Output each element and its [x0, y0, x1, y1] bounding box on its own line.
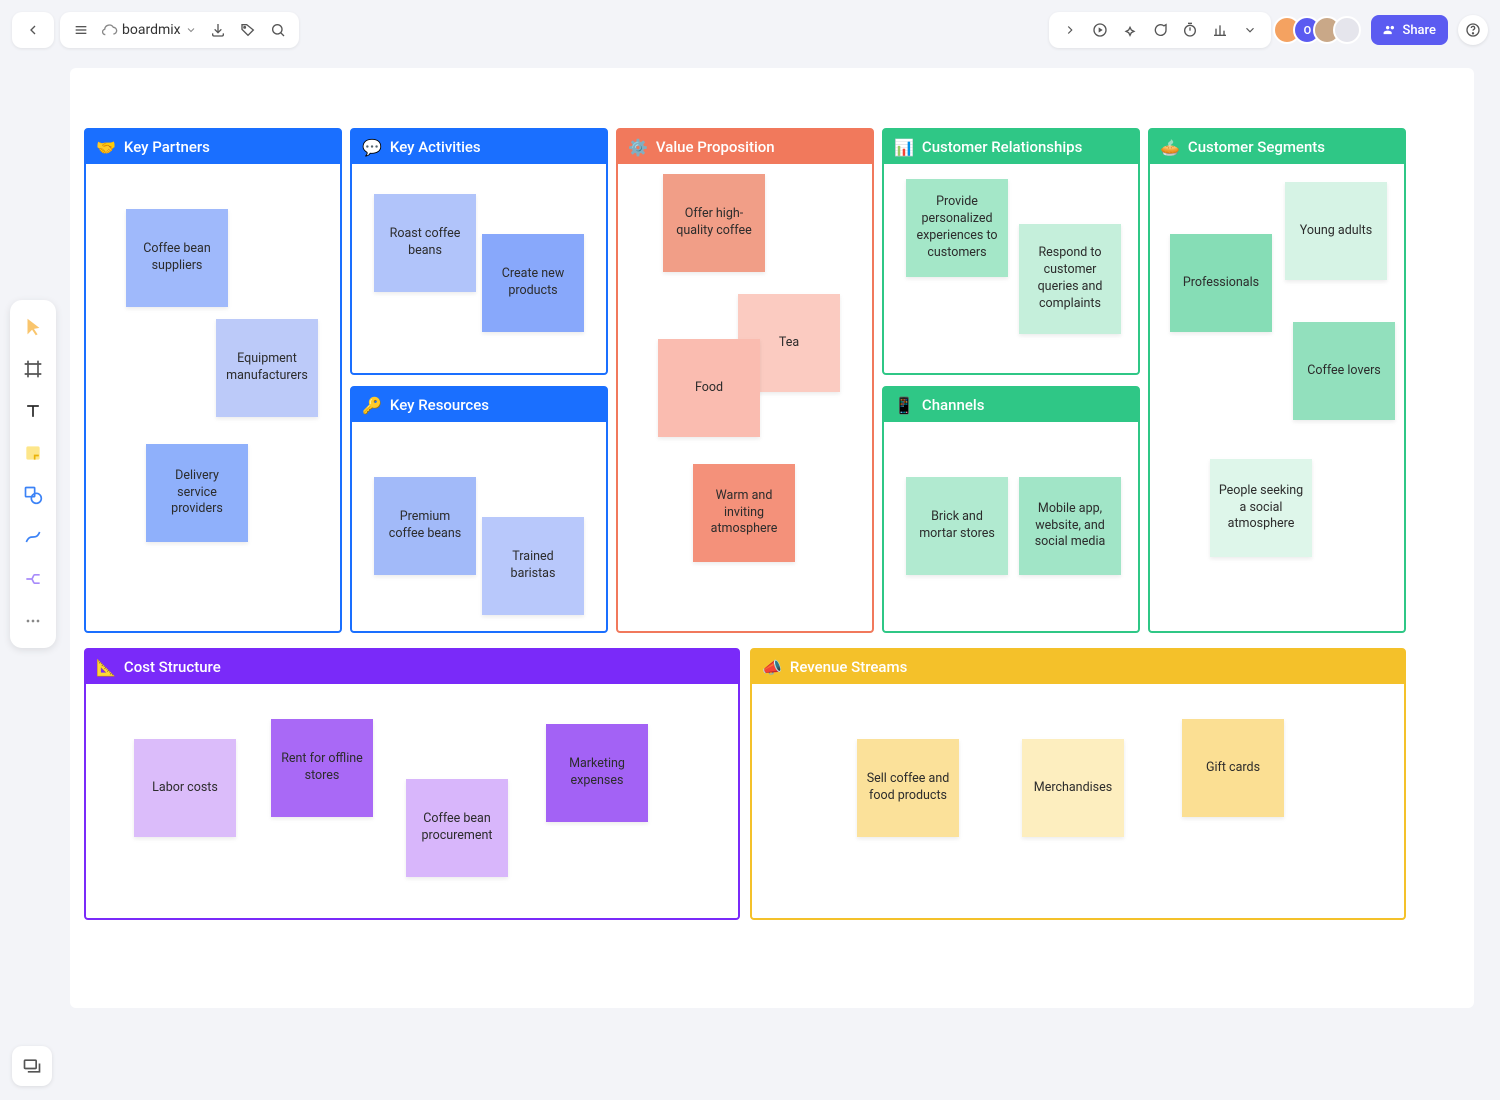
sticky-note[interactable]: Professionals: [1170, 234, 1272, 332]
sticky-note[interactable]: Roast coffee beans: [374, 194, 476, 292]
back-pill: [12, 12, 54, 48]
help-button[interactable]: [1458, 15, 1488, 45]
sticky-note[interactable]: Marketing expenses: [546, 724, 648, 822]
share-label: Share: [1402, 23, 1436, 38]
search-button[interactable]: [263, 15, 293, 45]
sparkle-icon[interactable]: [1115, 15, 1145, 45]
sticky-note[interactable]: Merchandises: [1022, 739, 1124, 837]
sticky-note[interactable]: Delivery service providers: [146, 444, 248, 542]
sticky-note[interactable]: Labor costs: [134, 739, 236, 837]
activities-icon: 💬: [362, 138, 382, 157]
tools-pill: [1049, 12, 1271, 48]
sticky-note[interactable]: Young adults: [1285, 182, 1387, 280]
play-icon[interactable]: [1085, 15, 1115, 45]
sticky-note[interactable]: Coffee lovers: [1293, 322, 1395, 420]
expand-icon[interactable]: [1055, 15, 1085, 45]
section-title: Key Resources: [390, 396, 489, 414]
mindmap-tool[interactable]: [14, 560, 52, 598]
sticky-note[interactable]: Premium coffee beans: [374, 477, 476, 575]
section-title: Customer Segments: [1188, 138, 1325, 156]
chevron-down-icon[interactable]: [1235, 15, 1265, 45]
document-title[interactable]: boardmix: [96, 22, 203, 38]
sticky-note[interactable]: Mobile app, website, and social media: [1019, 477, 1121, 575]
sticky-tool[interactable]: [14, 434, 52, 472]
section-customer-segments[interactable]: 🥧 Customer Segments Young adults Profess…: [1148, 128, 1406, 633]
collaborator-avatars[interactable]: O: [1281, 16, 1361, 44]
section-key-activities[interactable]: 💬 Key Activities Roast coffee beans Crea…: [350, 128, 608, 375]
chart-icon[interactable]: [1205, 15, 1235, 45]
section-value-proposition[interactable]: ⚙️ Value Proposition Offer high-quality …: [616, 128, 874, 633]
section-title: Revenue Streams: [790, 658, 907, 676]
sticky-note[interactable]: Offer high-quality coffee: [663, 174, 765, 272]
more-tools[interactable]: [14, 602, 52, 640]
canvas[interactable]: 🤝 Key Partners Coffee bean suppliers Equ…: [70, 68, 1474, 1060]
sticky-note[interactable]: Food: [658, 339, 760, 437]
section-title: Customer Relationships: [922, 138, 1082, 156]
sticky-note[interactable]: Provide personalized experiences to cust…: [906, 179, 1008, 277]
back-button[interactable]: [18, 15, 48, 45]
section-key-resources[interactable]: 🔑 Key Resources Premium coffee beans Tra…: [350, 386, 608, 633]
document-title-text: boardmix: [122, 22, 181, 38]
topbar-left: boardmix: [12, 12, 299, 48]
sticky-note[interactable]: Brick and mortar stores: [906, 477, 1008, 575]
section-cost-structure[interactable]: 📐 Cost Structure Labor costs Rent for of…: [84, 648, 740, 920]
section-title: Cost Structure: [124, 658, 221, 676]
section-revenue-streams[interactable]: 📣 Revenue Streams Sell coffee and food p…: [750, 648, 1406, 920]
sticky-note[interactable]: Sell coffee and food products: [857, 739, 959, 837]
section-title: Key Activities: [390, 138, 481, 156]
download-button[interactable]: [203, 15, 233, 45]
revenue-icon: 📣: [762, 658, 782, 677]
tag-button[interactable]: [233, 15, 263, 45]
sticky-note[interactable]: Coffee bean procurement: [406, 779, 508, 877]
sticky-note[interactable]: Gift cards: [1182, 719, 1284, 817]
layers-button[interactable]: [12, 1046, 52, 1086]
section-title: Channels: [922, 396, 985, 414]
section-customer-relationships[interactable]: 📊 Customer Relationships Provide persona…: [882, 128, 1140, 375]
sticky-note[interactable]: Equipment manufacturers: [216, 319, 318, 417]
frame-tool[interactable]: [14, 350, 52, 388]
select-tool[interactable]: [14, 308, 52, 346]
comment-icon[interactable]: [1145, 15, 1175, 45]
section-channels[interactable]: 📱 Channels Brick and mortar stores Mobil…: [882, 386, 1140, 633]
resources-icon: 🔑: [362, 396, 382, 415]
sticky-note[interactable]: Create new products: [482, 234, 584, 332]
sticky-note[interactable]: Respond to customer queries and complain…: [1019, 224, 1121, 334]
sticky-note[interactable]: Rent for offline stores: [271, 719, 373, 817]
shape-tool[interactable]: [14, 476, 52, 514]
segments-icon: 🥧: [1160, 138, 1180, 157]
share-button[interactable]: Share: [1371, 15, 1448, 45]
main-pill: boardmix: [60, 12, 299, 48]
sticky-note[interactable]: People seeking a social atmosphere: [1210, 459, 1312, 557]
section-title: Value Proposition: [656, 138, 775, 156]
menu-button[interactable]: [66, 15, 96, 45]
relationships-icon: 📊: [894, 138, 914, 157]
text-tool[interactable]: [14, 392, 52, 430]
left-toolbar: [10, 300, 56, 648]
avatar[interactable]: [1333, 16, 1361, 44]
sticky-note[interactable]: Warm and inviting atmosphere: [693, 464, 795, 562]
topbar-right: O Share: [1049, 12, 1488, 48]
connector-tool[interactable]: [14, 518, 52, 556]
partners-icon: 🤝: [96, 138, 116, 157]
sticky-note[interactable]: Trained baristas: [482, 517, 584, 615]
sticky-note[interactable]: Coffee bean suppliers: [126, 209, 228, 307]
cost-icon: 📐: [96, 658, 116, 677]
value-icon: ⚙️: [628, 138, 648, 157]
channels-icon: 📱: [894, 396, 914, 415]
section-key-partners[interactable]: 🤝 Key Partners Coffee bean suppliers Equ…: [84, 128, 342, 633]
section-title: Key Partners: [124, 138, 210, 156]
timer-icon[interactable]: [1175, 15, 1205, 45]
